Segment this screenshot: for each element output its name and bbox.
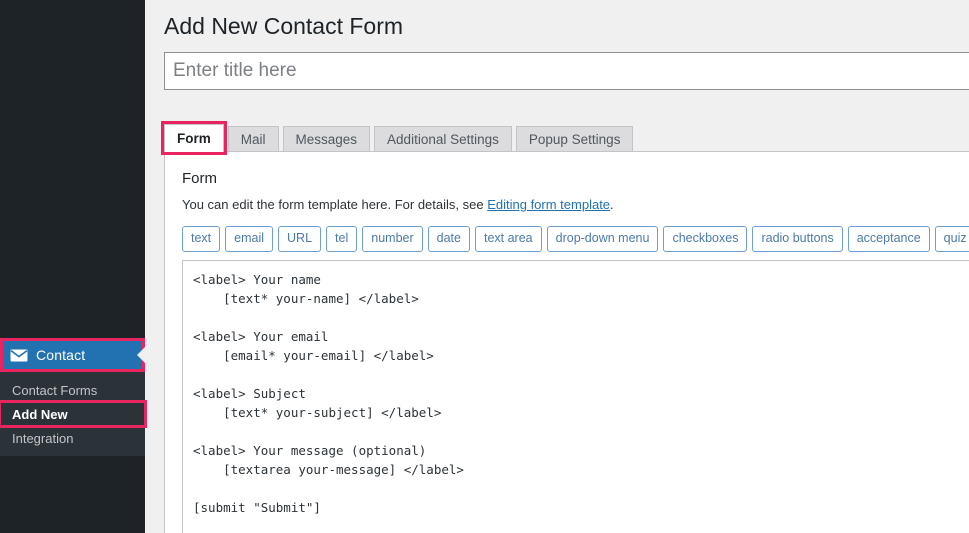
editing-form-template-link[interactable]: Editing form template xyxy=(487,197,610,212)
tab-additional-settings-label: Additional Settings xyxy=(387,132,499,147)
page-title: Add New Contact Form xyxy=(145,0,969,52)
tab-form[interactable]: Form xyxy=(164,124,224,152)
tab-messages[interactable]: Messages xyxy=(283,126,371,152)
tag-button-acceptance[interactable]: acceptance xyxy=(848,226,930,251)
tab-messages-label: Messages xyxy=(296,132,358,147)
tab-popup-settings[interactable]: Popup Settings xyxy=(516,126,634,152)
panel-description-period: . xyxy=(610,197,614,212)
admin-sidebar: Contact Contact Forms Add New Integratio… xyxy=(0,0,145,533)
tag-button-url[interactable]: URL xyxy=(278,226,321,251)
panel-heading: Form xyxy=(182,170,969,187)
sidebar-item-contact-forms[interactable]: Contact Forms xyxy=(0,378,145,402)
form-template-textarea[interactable]: <label> Your name [text* your-name] </la… xyxy=(182,260,969,533)
tag-button-email[interactable]: email xyxy=(225,226,273,251)
main-content-area: Add New Contact Form Form Mail Messages … xyxy=(145,0,969,533)
panel-description: You can edit the form template here. For… xyxy=(182,195,969,215)
sidebar-item-add-new[interactable]: Add New xyxy=(0,402,145,426)
form-title-input[interactable] xyxy=(164,52,969,90)
wordpress-admin-screen: Contact Contact Forms Add New Integratio… xyxy=(0,0,969,533)
tab-additional-settings[interactable]: Additional Settings xyxy=(374,126,512,152)
sidebar-item-integration-label: Integration xyxy=(12,431,73,446)
tab-popup-settings-label: Popup Settings xyxy=(529,132,621,147)
editor-tabs: Form Mail Messages Additional Settings P… xyxy=(164,123,969,151)
sidebar-item-integration[interactable]: Integration xyxy=(0,426,145,450)
sidebar-top-spacer xyxy=(0,0,145,338)
menu-pointer-arrow-icon xyxy=(137,347,145,363)
tab-form-label: Form xyxy=(177,131,211,146)
tag-button-drop-down-menu[interactable]: drop-down menu xyxy=(547,226,659,251)
tab-mail[interactable]: Mail xyxy=(228,126,279,152)
sidebar-bottom-spacer xyxy=(0,456,145,533)
panel-description-text: You can edit the form template here. For… xyxy=(182,197,487,212)
sidebar-submenu-contact: Contact Forms Add New Integration xyxy=(0,372,145,456)
tag-button-quiz[interactable]: quiz xyxy=(935,226,969,251)
tag-button-text[interactable]: text xyxy=(182,226,220,251)
tag-button-radio-buttons[interactable]: radio buttons xyxy=(752,226,842,251)
tag-button-tel[interactable]: tel xyxy=(326,226,357,251)
sidebar-item-contact[interactable]: Contact xyxy=(0,338,145,372)
tab-mail-label: Mail xyxy=(241,132,266,147)
form-tag-buttons: text email URL tel number date text area… xyxy=(182,226,969,251)
tag-button-date[interactable]: date xyxy=(428,226,470,251)
form-editor-panel: Form You can edit the form template here… xyxy=(164,151,969,533)
title-field-wrap xyxy=(164,52,969,90)
tag-button-number[interactable]: number xyxy=(362,226,422,251)
sidebar-item-contact-forms-label: Contact Forms xyxy=(12,383,97,398)
sidebar-item-contact-label: Contact xyxy=(36,347,85,363)
mail-envelope-icon xyxy=(8,345,30,365)
tag-button-text-area[interactable]: text area xyxy=(475,226,542,251)
sidebar-item-add-new-label: Add New xyxy=(12,407,68,422)
tag-button-checkboxes[interactable]: checkboxes xyxy=(663,226,747,251)
